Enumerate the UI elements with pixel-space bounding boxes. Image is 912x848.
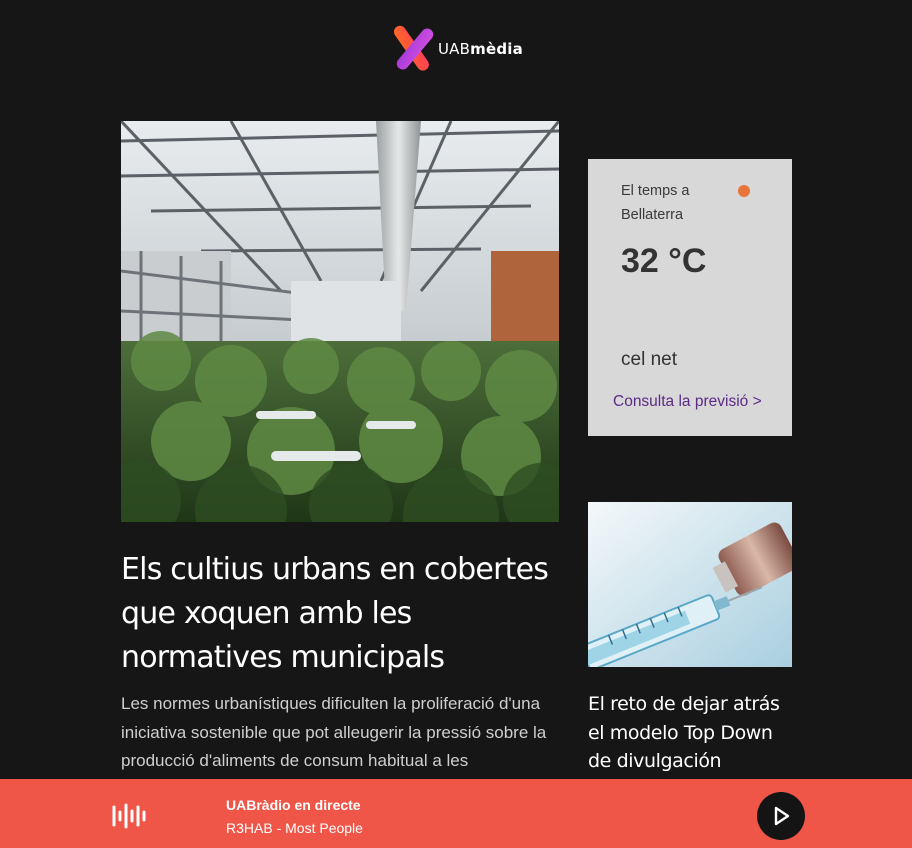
brand-name-bold: mèdia (470, 40, 523, 58)
hero-title[interactable]: Els cultius urbans en cobertes que xoque… (121, 548, 571, 680)
weather-forecast-link[interactable]: Consulta la previsió > (613, 393, 762, 411)
weather-widget: El temps a Bellaterra 32 °C cel net Cons… (588, 159, 792, 436)
uabmedia-logo-icon (393, 25, 434, 71)
weather-status-dot (738, 185, 750, 197)
weather-condition: cel net (621, 349, 677, 370)
hero-summary: Les normes urbanístiques dificulten la p… (121, 694, 547, 770)
brand-name-regular: UAB (438, 40, 471, 58)
weather-location: El temps a Bellaterra (621, 183, 690, 223)
side-article-title[interactable]: El reto de dejar atrás el modelo Top Dow… (588, 690, 798, 776)
play-icon (774, 806, 790, 826)
side-article-image[interactable] (588, 502, 792, 667)
vaccine-syringe-icon (588, 502, 792, 667)
radio-station-label: UABràdio en directe (226, 797, 361, 813)
audio-wave-icon (112, 803, 146, 829)
hero-image[interactable] (121, 121, 559, 522)
uabmedia-wordmark: UABmèdia (438, 40, 523, 58)
radio-track-label: R3HAB - Most People (226, 820, 363, 836)
uabmedia-logo[interactable]: UABmèdia (392, 24, 523, 74)
weather-temperature: 32 °C (621, 242, 707, 280)
play-button[interactable] (757, 792, 805, 840)
greenhouse-photo-icon (121, 121, 559, 522)
